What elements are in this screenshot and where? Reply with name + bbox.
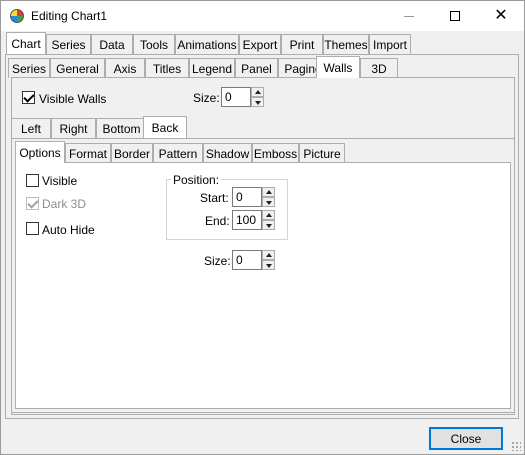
close-icon: ✕ [494, 7, 508, 24]
autohide-checkbox[interactable] [26, 222, 39, 235]
visible-walls-label: Visible Walls [39, 92, 107, 106]
dark3d-checkbox[interactable] [26, 197, 39, 210]
size-label: Size: [204, 254, 231, 268]
tab-walls[interactable]: Walls [316, 56, 360, 78]
tab-legend[interactable]: Legend [189, 58, 235, 78]
tab-themes[interactable]: Themes [323, 34, 369, 54]
tab-3d[interactable]: 3D [360, 58, 398, 78]
tab-options[interactable]: Options [15, 141, 65, 163]
minimize-button[interactable] [386, 1, 432, 31]
spin-down-icon[interactable] [262, 220, 275, 230]
spin-down-icon[interactable] [262, 197, 275, 207]
position-group-label: Position: [171, 173, 222, 187]
editing-chart-dialog: Editing Chart1 ✕ Chart Series Data Tools… [0, 0, 525, 455]
autohide-label: Auto Hide [42, 223, 95, 237]
end-label: End: [205, 214, 230, 228]
wall-tab-row: Left Right Bottom Back [11, 116, 311, 138]
chart-app-icon [10, 9, 24, 23]
end-spinner[interactable] [262, 210, 275, 230]
tab-animations[interactable]: Animations [175, 34, 239, 54]
start-spinner[interactable] [262, 187, 275, 207]
tab-emboss[interactable]: Emboss [252, 143, 299, 163]
tab-panel[interactable]: Panel [235, 58, 278, 78]
walls-size-spinner[interactable] [251, 87, 264, 107]
tab-print[interactable]: Print [281, 34, 323, 54]
chart-tab-row: Series General Axis Titles Legend Panel … [8, 56, 508, 78]
spin-up-icon[interactable] [262, 250, 275, 260]
tab-border[interactable]: Border [111, 143, 153, 163]
tab-chart-series[interactable]: Series [8, 58, 50, 78]
tab-series[interactable]: Series [46, 34, 91, 54]
walls-size-label: Size: [193, 91, 220, 105]
title-bar[interactable]: Editing Chart1 ✕ [1, 1, 524, 31]
visible-checkbox[interactable] [26, 174, 39, 187]
dark3d-label: Dark 3D [42, 197, 87, 211]
walls-size-input[interactable]: 0 [221, 87, 251, 107]
resize-grip-icon[interactable] [511, 441, 521, 451]
tab-format[interactable]: Format [65, 143, 111, 163]
tab-axis[interactable]: Axis [105, 58, 145, 78]
size-input[interactable]: 0 [232, 250, 262, 270]
tab-general[interactable]: General [50, 58, 105, 78]
tab-import[interactable]: Import [369, 34, 411, 54]
tab-data[interactable]: Data [91, 34, 133, 54]
visible-walls-checkbox[interactable] [22, 91, 35, 104]
start-label: Start: [200, 191, 229, 205]
tab-right[interactable]: Right [51, 118, 96, 138]
tab-tools[interactable]: Tools [133, 34, 175, 54]
option-tab-row: Options Format Border Pattern Shadow Emb… [15, 141, 355, 163]
close-window-button[interactable]: ✕ [478, 1, 524, 31]
spin-up-icon[interactable] [251, 87, 264, 97]
visible-label: Visible [42, 174, 78, 188]
tab-bottom[interactable]: Bottom [96, 118, 147, 138]
minimize-icon [404, 15, 414, 17]
tab-pattern[interactable]: Pattern [153, 143, 203, 163]
tab-chart[interactable]: Chart [6, 32, 46, 54]
tab-titles[interactable]: Titles [145, 58, 189, 78]
tab-shadow[interactable]: Shadow [203, 143, 252, 163]
tab-left[interactable]: Left [11, 118, 51, 138]
size-spinner[interactable] [262, 250, 275, 270]
main-tab-row: Chart Series Data Tools Animations Expor… [6, 32, 516, 54]
start-input[interactable]: 0 [232, 187, 262, 207]
tab-export[interactable]: Export [239, 34, 281, 54]
maximize-button[interactable] [432, 1, 478, 31]
spin-down-icon[interactable] [251, 97, 264, 107]
window-title: Editing Chart1 [31, 9, 108, 23]
spin-up-icon[interactable] [262, 187, 275, 197]
tab-picture[interactable]: Picture [299, 143, 345, 163]
spin-down-icon[interactable] [262, 260, 275, 270]
spin-up-icon[interactable] [262, 210, 275, 220]
end-input[interactable]: 100 [232, 210, 262, 230]
close-button[interactable]: Close [429, 427, 503, 450]
maximize-icon [450, 11, 460, 21]
tab-back[interactable]: Back [143, 116, 187, 138]
